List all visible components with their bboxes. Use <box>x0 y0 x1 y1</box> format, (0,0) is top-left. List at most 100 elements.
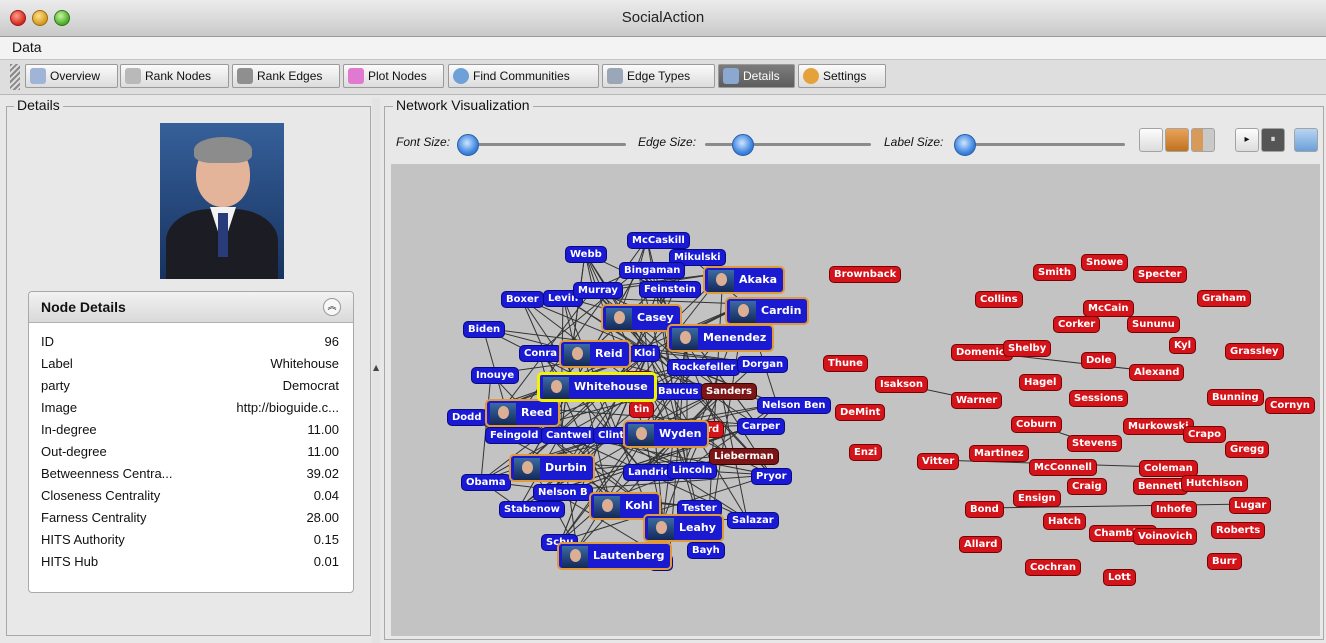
label-size-slider-knob[interactable] <box>953 134 976 156</box>
network-node[interactable]: Biden <box>463 321 506 338</box>
network-node[interactable]: Sanders <box>701 383 757 400</box>
network-node[interactable]: Boxer <box>501 291 544 308</box>
network-node[interactable]: Kloi <box>629 345 661 362</box>
network-node[interactable]: Brownback <box>829 266 902 283</box>
tab-overview[interactable]: Overview <box>25 64 118 88</box>
network-node[interactable]: Sununu <box>1127 316 1180 333</box>
network-node[interactable]: Alexand <box>1129 364 1185 381</box>
network-node[interactable]: Feingold <box>485 427 544 444</box>
blank-view-button[interactable] <box>1139 128 1163 152</box>
tab-edge-types[interactable]: Edge Types <box>602 64 715 88</box>
stop-button[interactable]: ⏸ <box>1261 128 1285 152</box>
network-node[interactable]: Leahy <box>643 514 724 542</box>
network-node[interactable]: Hutchison <box>1181 475 1248 492</box>
network-node[interactable]: Nelson Ben <box>757 397 831 414</box>
network-node[interactable]: Feinstein <box>639 281 701 298</box>
toolbar-grip-handle[interactable] <box>10 64 20 90</box>
network-node[interactable]: Inhofe <box>1151 501 1197 518</box>
network-node[interactable]: Hagel <box>1019 374 1062 391</box>
network-node[interactable]: Reed <box>485 399 561 427</box>
network-node[interactable]: DeMint <box>835 404 886 421</box>
network-node[interactable]: Snowe <box>1081 254 1129 271</box>
network-node[interactable]: tin <box>629 401 655 418</box>
network-node[interactable]: Voinovich <box>1133 528 1198 545</box>
network-node[interactable]: Graham <box>1197 290 1252 307</box>
menu-data[interactable]: Data <box>12 39 42 55</box>
network-node[interactable]: Collins <box>975 291 1023 308</box>
network-node[interactable]: Hatch <box>1043 513 1086 530</box>
network-canvas[interactable]: McCaskill Webb Mikulski Bingaman Boxer Levin M… <box>391 164 1320 636</box>
network-node[interactable]: Conra <box>519 345 563 362</box>
network-node[interactable]: Cantwel <box>541 427 597 444</box>
collapse-icon[interactable]: ︽ <box>323 298 341 316</box>
network-node[interactable]: Bunning <box>1207 389 1264 406</box>
network-node[interactable]: Enzi <box>849 444 883 461</box>
edge-size-slider[interactable] <box>705 143 871 146</box>
network-node[interactable]: Crapo <box>1183 426 1227 443</box>
network-node[interactable]: Cornyn <box>1265 397 1315 414</box>
tab-rank-edges[interactable]: Rank Edges <box>232 64 340 88</box>
network-node[interactable]: Corker <box>1053 316 1101 333</box>
network-node[interactable]: Reid <box>559 340 631 368</box>
network-node[interactable]: Cardin <box>725 297 810 325</box>
network-node[interactable]: Specter <box>1133 266 1187 283</box>
network-node[interactable]: Baucus <box>653 383 704 400</box>
network-node[interactable]: Whitehouse <box>537 372 657 402</box>
network-node[interactable]: Martinez <box>969 445 1029 462</box>
tab-settings[interactable]: Settings <box>798 64 886 88</box>
network-node[interactable]: Lieberman <box>709 448 779 465</box>
tab-rank-nodes[interactable]: Rank Nodes <box>120 64 229 88</box>
network-node[interactable]: Burr <box>1207 553 1242 570</box>
network-node[interactable]: Bennett <box>1133 478 1188 495</box>
network-node[interactable]: Lincoln <box>667 462 718 479</box>
network-node[interactable]: Nelson B <box>533 484 593 501</box>
network-node[interactable]: Kyl <box>1169 337 1197 354</box>
label-size-slider[interactable] <box>955 143 1125 146</box>
tab-find-communities[interactable]: Find Communities <box>448 64 599 88</box>
edge-size-slider-knob[interactable] <box>731 134 754 156</box>
network-node[interactable]: Sessions <box>1069 390 1129 407</box>
network-node[interactable]: McConnell <box>1029 459 1097 476</box>
layout-view-button[interactable] <box>1294 128 1318 152</box>
network-node[interactable]: Carper <box>737 418 785 435</box>
network-node[interactable]: Murray <box>573 282 623 299</box>
network-node[interactable]: Vitter <box>917 453 960 470</box>
network-node[interactable]: Grassley <box>1225 343 1284 360</box>
play-button[interactable]: ▸ <box>1235 128 1259 152</box>
splitter-arrow-icon[interactable]: ▲ <box>373 363 379 372</box>
split-view-button[interactable] <box>1191 128 1215 152</box>
network-node[interactable]: Dole <box>1081 352 1117 369</box>
network-node[interactable]: Shelby <box>1003 340 1052 357</box>
font-size-slider[interactable] <box>460 143 626 146</box>
network-node[interactable]: Webb <box>565 246 607 263</box>
network-node[interactable]: Cochran <box>1025 559 1082 576</box>
network-node[interactable]: Dorgan <box>737 356 789 373</box>
network-node[interactable]: McCain <box>1083 300 1134 317</box>
network-node[interactable]: Smith <box>1033 264 1076 281</box>
font-size-slider-knob[interactable] <box>456 134 479 156</box>
tab-plot-nodes[interactable]: Plot Nodes <box>343 64 444 88</box>
network-node[interactable]: Lott <box>1103 569 1136 586</box>
network-node[interactable]: Isakson <box>875 376 929 393</box>
network-node[interactable]: Rockefeller <box>667 359 741 376</box>
network-node[interactable]: Stevens <box>1067 435 1123 452</box>
network-node[interactable]: Bingaman <box>619 262 686 279</box>
network-node[interactable]: Roberts <box>1211 522 1266 539</box>
network-node[interactable]: Coburn <box>1011 416 1062 433</box>
orange-view-button[interactable] <box>1165 128 1189 152</box>
network-node[interactable]: Allard <box>959 536 1003 553</box>
network-node[interactable]: Gregg <box>1225 441 1270 458</box>
network-node[interactable]: Wyden <box>623 420 710 448</box>
network-node[interactable]: Menendez <box>667 324 775 352</box>
panel-splitter[interactable]: ▲ <box>372 98 380 643</box>
network-node[interactable]: Durbin <box>509 454 595 482</box>
network-node[interactable]: Bayh <box>687 542 725 559</box>
network-node[interactable]: Lautenberg <box>557 542 673 570</box>
network-node[interactable]: Warner <box>951 392 1003 409</box>
network-node[interactable]: Obama <box>461 474 511 491</box>
network-node[interactable]: Dodd <box>447 409 487 426</box>
network-node[interactable]: Thune <box>823 355 868 372</box>
network-node[interactable]: Stabenow <box>499 501 565 518</box>
network-node[interactable]: McCaskill <box>627 232 690 249</box>
network-node[interactable]: Akaka <box>703 266 785 294</box>
